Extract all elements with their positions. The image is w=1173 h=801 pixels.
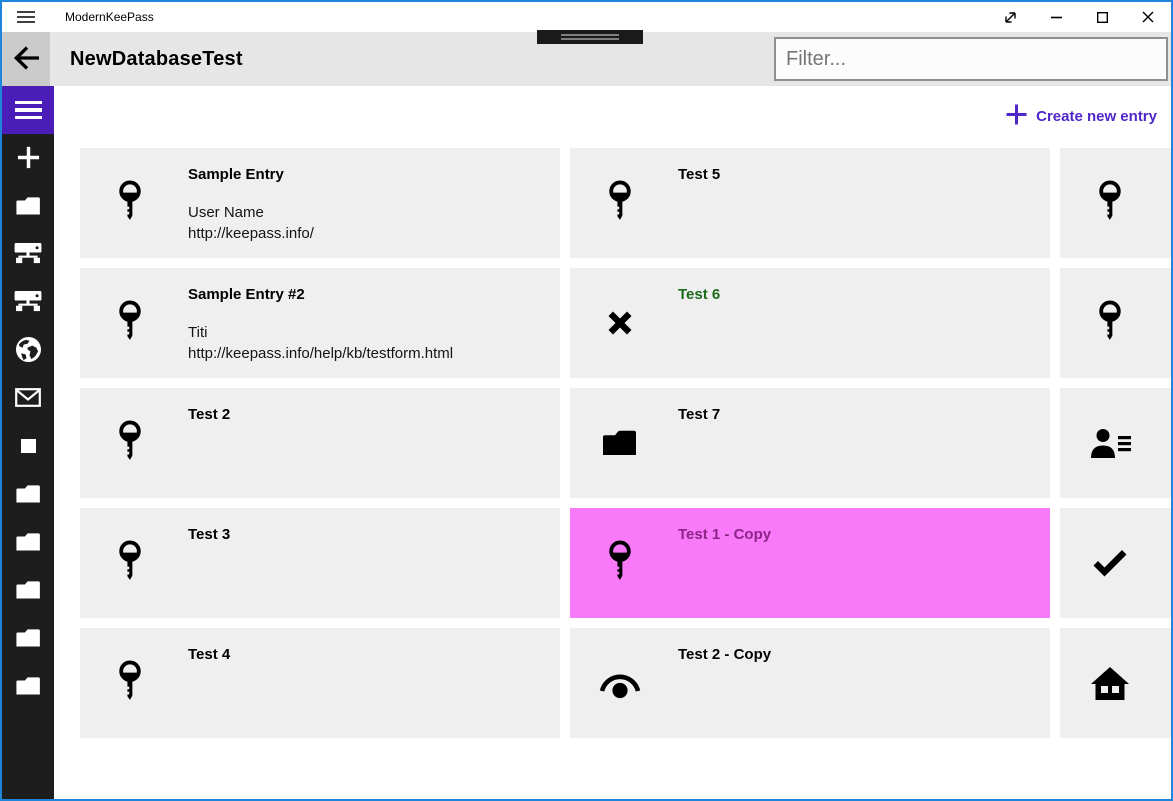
entry-title: Test 2 <box>188 406 231 423</box>
entry-title: Test 4 <box>188 646 231 663</box>
entry-title: Test 2 - Copy <box>678 646 772 663</box>
checkmark-icon <box>1060 508 1160 618</box>
sidebar-item-root-group[interactable] <box>2 184 54 232</box>
plus-icon <box>1006 104 1027 129</box>
entry-card[interactable]: Test 4 <box>80 628 560 738</box>
entry-card[interactable]: Test 5 <box>570 148 1050 258</box>
sidebar-item-group-5[interactable] <box>2 664 54 712</box>
key-icon <box>570 148 670 258</box>
entry-card[interactable]: Test 6 <box>570 268 1050 378</box>
entry-url: http://keepass.info/help/kb/testform.htm… <box>188 345 454 362</box>
entry-card[interactable]: Test 7 <box>570 388 1050 498</box>
entry-card[interactable]: Test 2 - Copy <box>570 628 1050 738</box>
plus-icon <box>16 145 41 175</box>
create-new-entry-button[interactable]: Create new entry <box>1006 104 1157 129</box>
entry-card[interactable]: Test 2 <box>80 388 560 498</box>
app-title: ModernKeePass <box>65 10 154 24</box>
folder-icon <box>15 580 42 605</box>
titlebar-menu-icon[interactable] <box>17 11 35 23</box>
entry-url: http://keepass.info/ <box>188 225 314 242</box>
network-drive-icon <box>13 242 43 270</box>
sidebar-menu-button[interactable] <box>2 86 54 134</box>
home-icon <box>1060 628 1160 738</box>
drag-handle[interactable] <box>537 30 643 44</box>
entry-title: Test 6 <box>678 286 721 303</box>
sidebar-item-add[interactable] <box>2 136 54 184</box>
folder-icon <box>15 628 42 653</box>
entry-card[interactable]: Sample Entry User Name http://keepass.in… <box>80 148 560 258</box>
entry-title: Sample Entry <box>188 166 284 183</box>
fullscreen-button[interactable] <box>987 2 1033 32</box>
sidebar-item-group-2[interactable] <box>2 520 54 568</box>
entries-grid: Sample Entry User Name http://keepass.in… <box>80 148 1171 738</box>
x-cross-icon <box>570 268 670 378</box>
app-window: ModernKeePass NewDatabaseTest Filter... … <box>0 0 1173 801</box>
entry-username: User Name <box>188 204 264 221</box>
close-button[interactable] <box>1125 2 1171 32</box>
folder-icon <box>15 196 42 221</box>
eye-icon <box>570 628 670 738</box>
entry-title: Test 3 <box>188 526 231 543</box>
sidebar-item-web[interactable] <box>2 328 54 376</box>
key-icon <box>1060 268 1160 378</box>
sidebar-item-network-1[interactable] <box>2 232 54 280</box>
network-drive-icon <box>13 290 43 318</box>
back-button[interactable] <box>2 32 50 86</box>
mail-icon <box>15 388 41 412</box>
square-icon <box>20 438 36 458</box>
folder-icon <box>15 484 42 509</box>
entry-card[interactable] <box>1060 628 1171 738</box>
entry-title: Test 5 <box>678 166 721 183</box>
globe-icon <box>15 336 42 368</box>
sidebar-item-group-4[interactable] <box>2 616 54 664</box>
key-icon <box>80 628 180 738</box>
contact-list-icon <box>1060 388 1160 498</box>
filter-input[interactable] <box>774 37 1168 81</box>
sidebar-item-group-1[interactable] <box>2 472 54 520</box>
key-icon <box>570 508 670 618</box>
entry-card[interactable] <box>1060 148 1171 258</box>
sidebar <box>2 86 54 799</box>
folder-icon <box>15 676 42 701</box>
key-icon <box>80 388 180 498</box>
back-arrow-icon <box>11 45 41 73</box>
sidebar-item-mail[interactable] <box>2 376 54 424</box>
entry-card[interactable] <box>1060 508 1171 618</box>
folder-icon <box>15 532 42 557</box>
database-title: NewDatabaseTest <box>70 47 243 70</box>
key-icon <box>1060 148 1160 258</box>
sidebar-item-network-2[interactable] <box>2 280 54 328</box>
key-icon <box>80 268 180 378</box>
sidebar-item-square[interactable] <box>2 424 54 472</box>
maximize-button[interactable] <box>1079 2 1125 32</box>
create-new-entry-label: Create new entry <box>1036 108 1157 125</box>
entry-card[interactable] <box>1060 268 1171 378</box>
minimize-button[interactable] <box>1033 2 1079 32</box>
window-controls <box>987 2 1171 32</box>
sidebar-item-group-3[interactable] <box>2 568 54 616</box>
entry-card[interactable]: Test 3 <box>80 508 560 618</box>
entry-card-selected[interactable]: Test 1 - Copy <box>570 508 1050 618</box>
entry-title: Sample Entry #2 <box>188 286 305 303</box>
entry-card[interactable] <box>1060 388 1171 498</box>
entry-username: Titi <box>188 324 208 341</box>
key-icon <box>80 148 180 258</box>
entries-panel: Create new entry Sample Entry User Name … <box>54 86 1171 799</box>
titlebar: ModernKeePass <box>2 2 1171 32</box>
entry-title: Test 1 - Copy <box>678 526 772 543</box>
entry-card[interactable]: Sample Entry #2 Titi http://keepass.info… <box>80 268 560 378</box>
key-icon <box>80 508 180 618</box>
entry-title: Test 7 <box>678 406 721 423</box>
folder-icon <box>570 388 670 498</box>
